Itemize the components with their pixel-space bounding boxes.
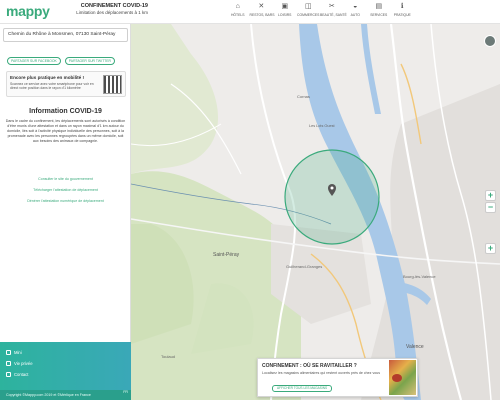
category-auto[interactable]: ◒ AUTO bbox=[344, 2, 368, 18]
geolocate-button[interactable] bbox=[484, 35, 496, 47]
gov-site-link[interactable]: Consulter le site du gouvernement bbox=[0, 177, 131, 181]
language-selector[interactable]: FR bbox=[123, 390, 128, 394]
place-valence: Valence bbox=[406, 344, 424, 350]
category-leisure[interactable]: ▣ LOISIRS bbox=[273, 2, 297, 18]
info-icon bbox=[6, 350, 11, 356]
promo-text: Scannez ce service avec votre smartphone… bbox=[10, 82, 94, 91]
category-hotels[interactable]: ⌂ HÔTELS bbox=[226, 2, 250, 18]
category-beauty[interactable]: ✂ BEAUTÉ, SANTÉ bbox=[320, 2, 347, 18]
share-twitter-button[interactable]: PARTAGER SUR TWITTER bbox=[64, 57, 115, 65]
category-practical[interactable]: ℹ PRATIQUE bbox=[391, 2, 415, 18]
covid-title: CONFINEMENT COVID-19 Limitation des dépl… bbox=[66, 3, 148, 16]
covid-title-line2: Limitation des déplacements à 1 km bbox=[76, 10, 148, 15]
footer-item-mini[interactable]: Mini bbox=[6, 350, 22, 356]
place-cornas: Cornas bbox=[297, 94, 310, 99]
sidebar-footer: Mini Vie privée Contact Copyright ©Mappy… bbox=[0, 342, 131, 400]
category-shopping[interactable]: ◫ COMMERCES bbox=[297, 2, 321, 18]
digital-attestation-link[interactable]: Dénérer l'attestation numérique de dépla… bbox=[0, 199, 131, 203]
zoom-out-button[interactable]: − bbox=[485, 202, 496, 213]
place-bourg: Bourg-lès-Valence bbox=[403, 274, 436, 279]
qr-code bbox=[103, 75, 122, 94]
practical-icon: ℹ bbox=[400, 3, 404, 10]
promo-title: Encore plus pratique en mobilité ! bbox=[10, 75, 85, 80]
grocery-popup: CONFINEMENT : OÙ SE RAVITAILLER ? Locali… bbox=[257, 358, 418, 397]
footer-item-privacy[interactable]: Vie privée bbox=[6, 361, 33, 367]
grocery-image bbox=[389, 360, 416, 395]
info-text: Dans le cadre du confinement, les déplac… bbox=[5, 119, 126, 143]
leisure-icon: ▣ bbox=[281, 3, 289, 10]
shopping-icon: ◫ bbox=[304, 3, 312, 10]
mobile-promo: Encore plus pratique en mobilité ! Scann… bbox=[6, 71, 126, 97]
beauty-icon: ✂ bbox=[328, 3, 335, 10]
radius-circle bbox=[284, 149, 380, 245]
place-saint-peray: Saint-Péray bbox=[213, 252, 240, 258]
restaurant-icon: ✕ bbox=[258, 3, 265, 10]
lock-icon bbox=[6, 361, 11, 367]
covid-title-line1: CONFINEMENT COVID-19 bbox=[80, 3, 148, 9]
mappy-logo[interactable]: mappy bbox=[6, 3, 50, 19]
zoom-in-button-2[interactable]: + bbox=[485, 243, 496, 254]
footer-item-contact[interactable]: Contact bbox=[6, 372, 28, 378]
sidebar: Chemin du Rhône à Monsmen, 07130 Saint-P… bbox=[0, 24, 131, 400]
popup-title: CONFINEMENT : OÙ SE RAVITAILLER ? bbox=[262, 363, 357, 369]
top-header: mappy CONFINEMENT COVID-19 Limitation de… bbox=[0, 0, 500, 24]
place-toulaud: Toulaud bbox=[161, 354, 176, 359]
category-services[interactable]: ▤ SERVICES bbox=[367, 2, 391, 18]
place-guilherand: Guilherand-Granges bbox=[286, 264, 323, 269]
download-attestation-link[interactable]: Télécharger l'attestation de déplacement bbox=[0, 188, 131, 192]
zoom-in-button[interactable]: + bbox=[485, 190, 496, 201]
services-icon: ▤ bbox=[375, 3, 383, 10]
category-nav: ⌂ HÔTELS ✕ RESTOS, BARS ▣ LOISIRS ◫ COMMERCE… bbox=[226, 2, 414, 18]
map-canvas[interactable] bbox=[131, 24, 500, 400]
place-lots-ouest: Les Lots Ouest bbox=[309, 124, 335, 128]
map-view[interactable]: Saint-Péray Cornas Guilherand-Granges Va… bbox=[131, 24, 500, 400]
copyright: Copyright ©Mappy.com 2019 et ©Mérlique e… bbox=[0, 390, 131, 400]
category-restaurants[interactable]: ✕ RESTOS, BARS bbox=[250, 2, 275, 18]
address-input[interactable]: Chemin du Rhône à Monsmen, 07130 Saint-P… bbox=[3, 28, 128, 42]
info-title: Information COVID-19 bbox=[29, 108, 102, 115]
popup-text: Localisez les magasins alimentaires qui … bbox=[262, 371, 381, 375]
share-buttons: PARTAGER SUR FACEBOOK PARTAGER SUR TWITT… bbox=[7, 57, 115, 65]
mail-icon bbox=[6, 372, 11, 378]
share-facebook-button[interactable]: PARTAGER SUR FACEBOOK bbox=[7, 57, 61, 65]
car-icon: ◒ bbox=[353, 3, 358, 10]
hotel-icon: ⌂ bbox=[235, 3, 240, 10]
show-stores-button[interactable]: AFFICHER TOUS LES MAGASINS bbox=[272, 385, 333, 392]
